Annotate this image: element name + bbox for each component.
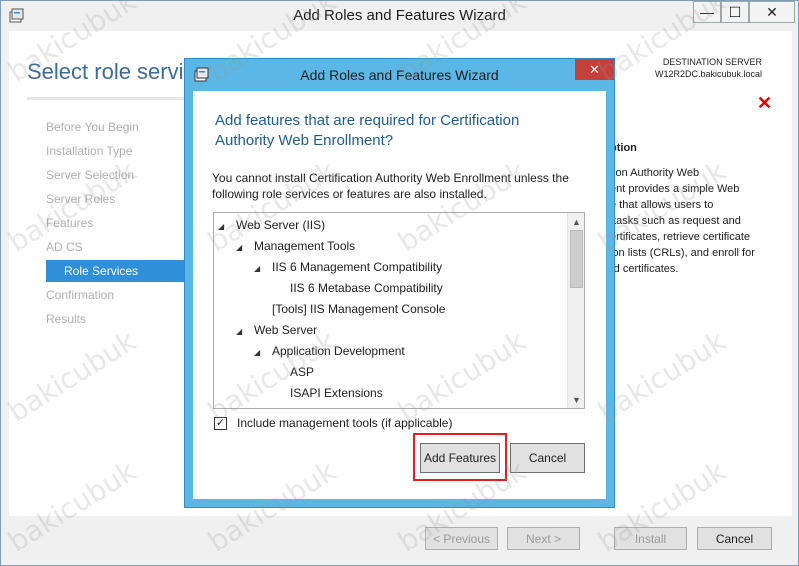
tree-item[interactable]: [Tools] IIS Management Console (272, 299, 445, 319)
add-features-button[interactable]: Add Features (420, 443, 500, 473)
step-before-you-begin[interactable]: Before You Begin (46, 116, 191, 138)
tree-item[interactable]: ISAPI Extensions (290, 383, 383, 403)
title-divider (27, 97, 187, 100)
add-features-dialog: Add Roles and Features Wizard ✕ Add feat… (184, 58, 615, 508)
destination-server-value: W12R2DC.bakicubuk.local (654, 69, 762, 79)
step-confirmation[interactable]: Confirmation (46, 284, 191, 306)
tree-item[interactable]: IIS 6 Metabase Compatibility (290, 278, 443, 298)
cancel-wizard-button[interactable]: Cancel (697, 527, 772, 550)
step-role-services[interactable]: Role Services (46, 260, 191, 282)
scroll-up-icon[interactable]: ▲ (568, 213, 584, 230)
destination-server-label: DESTINATION SERVER (662, 57, 762, 67)
tree-item[interactable]: ◢ IIS 6 Management Compatibility (254, 257, 442, 277)
dialog-content: Add features that are required for Certi… (193, 91, 606, 499)
tree-item[interactable]: ◢ Management Tools (236, 236, 355, 256)
collapse-arrow-icon[interactable]: ◢ (254, 259, 272, 279)
close-window-button[interactable]: ✕ (749, 1, 795, 23)
scroll-down-icon[interactable]: ▼ (568, 391, 584, 408)
scroll-thumb[interactable] (570, 230, 583, 288)
tree-scrollbar[interactable]: ▲ ▼ (567, 213, 584, 408)
collapse-arrow-icon[interactable]: ◢ (236, 322, 254, 342)
error-icon[interactable]: ✕ (757, 93, 772, 114)
step-ad-cs[interactable]: AD CS (46, 236, 191, 258)
next-button[interactable]: Next > (507, 527, 580, 550)
dialog-heading: Add features that are required for Certi… (215, 112, 520, 149)
